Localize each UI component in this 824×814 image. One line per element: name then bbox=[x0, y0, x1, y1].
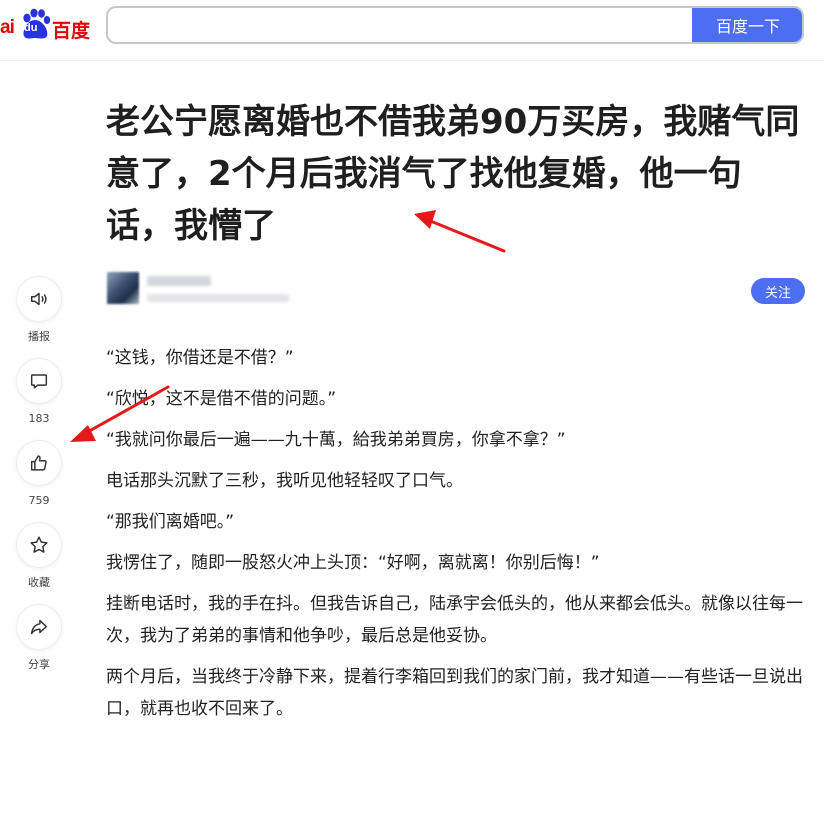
comment-icon bbox=[30, 374, 48, 389]
share-action[interactable]: 分享 bbox=[16, 604, 62, 672]
favorite-label: 收藏 bbox=[28, 576, 50, 589]
star-icon bbox=[30, 536, 48, 553]
listen-label: 播报 bbox=[28, 330, 50, 343]
baidu-logo[interactable]: ai du 百度 bbox=[0, 5, 100, 45]
listen-button[interactable] bbox=[16, 276, 62, 322]
logo-du-text: du bbox=[24, 22, 38, 34]
listen-action[interactable]: 播报 bbox=[16, 276, 62, 344]
share-label: 分享 bbox=[28, 658, 50, 671]
like-action[interactable]: 759 bbox=[16, 440, 62, 508]
paragraph: 挂断电话时，我的手在抖。但我告诉自己，陆承宇会低头的，他从来都会低头。就像以往每… bbox=[106, 594, 803, 646]
follow-button[interactable]: 关注 bbox=[751, 278, 805, 304]
paragraph: 电话那头沉默了三秒，我听见他轻轻叹了口气。 bbox=[106, 471, 463, 491]
author-meta-blurred bbox=[147, 294, 289, 302]
author-name-blurred[interactable] bbox=[147, 276, 211, 286]
logo-ai-text: ai bbox=[0, 17, 15, 38]
thumbs-up-icon bbox=[30, 455, 47, 471]
share-icon bbox=[30, 619, 48, 635]
article-title: 老公宁愿离婚也不借我弟90万买房，我赌气同意了，2个月后我消气了找他复婚，他一句… bbox=[106, 102, 800, 246]
article-body: “这钱，你借还是不借？” “欣悦，这不是借不借的问题。” “我就问你最后一遍——… bbox=[106, 342, 808, 725]
paragraph: 两个月后，当我终于冷静下来，提着行李箱回到我们的家门前，我才知道——有些话一旦说… bbox=[106, 667, 803, 719]
paragraph: “那我们离婚吧。” bbox=[106, 512, 235, 532]
author-avatar[interactable] bbox=[107, 272, 139, 304]
like-button[interactable] bbox=[16, 440, 62, 486]
favorite-button[interactable] bbox=[16, 522, 62, 568]
comment-count: 183 bbox=[28, 412, 50, 425]
paragraph: “我就问你最后一遍——九十萬，給我弟弟買房，你拿不拿？” bbox=[106, 430, 566, 450]
speaker-icon bbox=[30, 292, 47, 306]
paragraph: “这钱，你借还是不借？” bbox=[106, 348, 294, 368]
paragraph: “欣悦，这不是借不借的问题。” bbox=[106, 389, 337, 409]
like-count: 759 bbox=[28, 494, 50, 507]
top-bar: ai du 百度 百度一下 bbox=[0, 0, 824, 61]
logo-chinese-text: 百度 bbox=[52, 20, 91, 42]
search-button[interactable]: 百度一下 bbox=[692, 8, 802, 42]
comment-action[interactable]: 183 bbox=[16, 358, 62, 426]
search-box: 百度一下 bbox=[106, 6, 804, 44]
comment-button[interactable] bbox=[16, 358, 62, 404]
share-button[interactable] bbox=[16, 604, 62, 650]
paragraph: 我愣住了，随即一股怒火冲上头顶：“好啊，离就离！你别后悔！” bbox=[106, 553, 600, 573]
favorite-action[interactable]: 收藏 bbox=[16, 522, 62, 590]
search-input[interactable] bbox=[108, 8, 694, 42]
